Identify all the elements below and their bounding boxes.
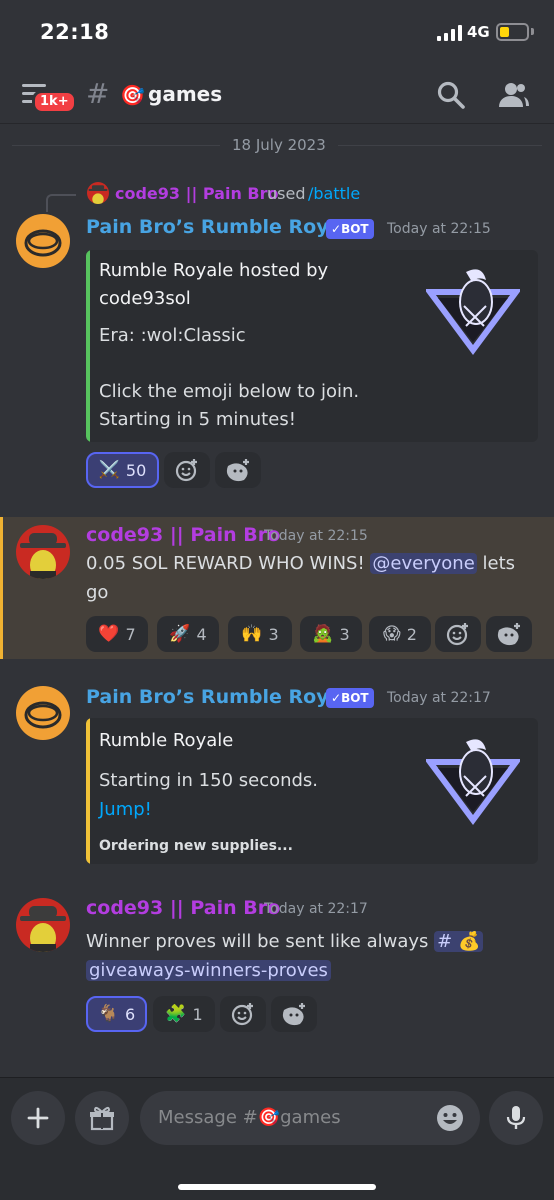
rumble-royale-logo[interactable] — [426, 732, 520, 826]
message-text: Winner proves will be sent like always #… — [86, 927, 526, 985]
plus-icon — [27, 1107, 49, 1129]
mention-highlight-bar — [0, 517, 3, 659]
status-bar: 22:18 4G — [0, 0, 554, 66]
embed-era: Era: :wol:Classic — [99, 325, 246, 346]
bot-tag: ✓BOT — [326, 688, 374, 708]
bot-avatar[interactable] — [16, 686, 70, 740]
channel-header: 1k+ # 🎯 games — [0, 66, 554, 124]
embed-accent-bar — [86, 718, 90, 864]
embed-countdown: Starting in 5 minutes! — [99, 409, 296, 430]
add-reaction-button[interactable] — [220, 996, 266, 1032]
message-timestamp: Today at 22:17 — [387, 690, 491, 706]
message-placeholder: Message #🎯games — [158, 1107, 341, 1128]
bot-avatar[interactable] — [16, 214, 70, 268]
message-timestamp: Today at 22:15 — [387, 221, 491, 237]
embed-title: Rumble Royale — [99, 730, 234, 751]
bot-username[interactable]: Pain Bro’s Rumble Royale — [86, 686, 361, 708]
gift-icon — [90, 1106, 114, 1131]
countdown-embed: Rumble Royale Starting in 150 seconds. J… — [86, 718, 538, 864]
reply-connector — [46, 194, 76, 212]
gift-button[interactable] — [75, 1091, 129, 1145]
add-super-reaction-button[interactable] — [215, 452, 261, 488]
unread-badge: 1k+ — [32, 90, 77, 114]
reply-avatar[interactable] — [87, 182, 109, 204]
channel-link-name[interactable]: giveaways-winners-proves — [86, 960, 331, 981]
reaction-raised-hands[interactable]: 🙌 3 — [228, 616, 292, 652]
target-emoji-icon: 🎯 — [120, 83, 145, 107]
jump-link[interactable]: Jump! — [99, 796, 152, 824]
message-input[interactable]: Message #🎯games — [140, 1091, 480, 1145]
battery-cap — [531, 28, 534, 35]
reaction-zombie[interactable]: 🧟 3 — [300, 616, 362, 652]
message-text: 0.05 SOL REWARD WHO WINS! @everyone lets… — [86, 553, 516, 603]
status-time: 22:18 — [40, 20, 110, 44]
message-timestamp: Today at 22:15 — [264, 528, 368, 544]
user-username[interactable]: code93 || Pain Bro — [86, 897, 280, 919]
reaction-puzzle[interactable]: 🧩 1 — [153, 996, 215, 1032]
everyone-mention[interactable]: @everyone — [370, 553, 477, 574]
hash-icon: # — [86, 77, 110, 110]
search-icon[interactable] — [436, 80, 466, 110]
voice-message-button[interactable] — [489, 1091, 543, 1145]
super-reaction-icon — [497, 623, 520, 646]
date-divider: 18 July 2023 — [220, 136, 338, 154]
embed-footer: Ordering new supplies... — [99, 838, 293, 854]
reply-username[interactable]: code93 || Pain Bro — [115, 184, 279, 203]
user-username[interactable]: code93 || Pain Bro — [86, 524, 280, 546]
rumble-royale-logo[interactable] — [426, 262, 520, 356]
bot-username[interactable]: Pain Bro’s Rumble Royale — [86, 216, 361, 238]
microphone-icon — [506, 1106, 526, 1129]
user-avatar[interactable] — [16, 525, 70, 579]
add-super-reaction-button[interactable] — [271, 996, 317, 1032]
battery-icon — [496, 23, 529, 41]
reaction-heart[interactable]: ❤️ 7 — [86, 616, 148, 652]
battle-embed: Rumble Royale hosted by code93sol Era: :… — [86, 250, 538, 442]
channel-link[interactable]: # 💰 — [434, 931, 484, 952]
reply-used-text: used — [267, 184, 306, 203]
embed-title-line1: Rumble Royale hosted by — [99, 260, 329, 281]
add-reaction-button[interactable] — [435, 616, 481, 652]
bot-tag: ✓BOT — [326, 219, 374, 239]
embed-title-line2: code93sol — [99, 288, 191, 309]
network-type: 4G — [467, 23, 490, 41]
embed-accent-bar — [86, 250, 90, 442]
channel-title[interactable]: games — [148, 82, 222, 106]
signal-strength-icon — [437, 25, 463, 41]
super-reaction-icon — [226, 459, 249, 482]
reply-command[interactable]: /battle — [308, 184, 360, 203]
embed-instruction: Click the emoji below to join. — [99, 381, 360, 402]
add-super-reaction-button[interactable] — [486, 616, 532, 652]
add-reaction-button[interactable] — [164, 452, 210, 488]
emoji-picker-icon[interactable] — [436, 1104, 464, 1132]
message-composer: Message #🎯games — [0, 1077, 554, 1200]
add-reaction-icon — [231, 1003, 253, 1026]
verified-check-icon: ✓ — [331, 222, 342, 236]
add-reaction-icon — [446, 623, 468, 646]
reaction-goat[interactable]: 🐐 6 — [86, 996, 147, 1032]
verified-check-icon: ✓ — [331, 691, 342, 705]
attach-button[interactable] — [11, 1091, 65, 1145]
super-reaction-icon — [282, 1003, 305, 1026]
embed-countdown: Starting in 150 seconds. — [99, 770, 319, 791]
home-indicator — [178, 1184, 376, 1190]
user-avatar[interactable] — [16, 898, 70, 952]
reaction-swords[interactable]: ⚔️ 50 — [86, 452, 159, 488]
message-timestamp: Today at 22:17 — [264, 901, 368, 917]
reaction-rocket[interactable]: 🚀 4 — [157, 616, 219, 652]
add-reaction-icon — [175, 459, 197, 482]
members-icon[interactable] — [498, 80, 530, 110]
reaction-scream[interactable]: 😱 2 — [369, 616, 431, 652]
